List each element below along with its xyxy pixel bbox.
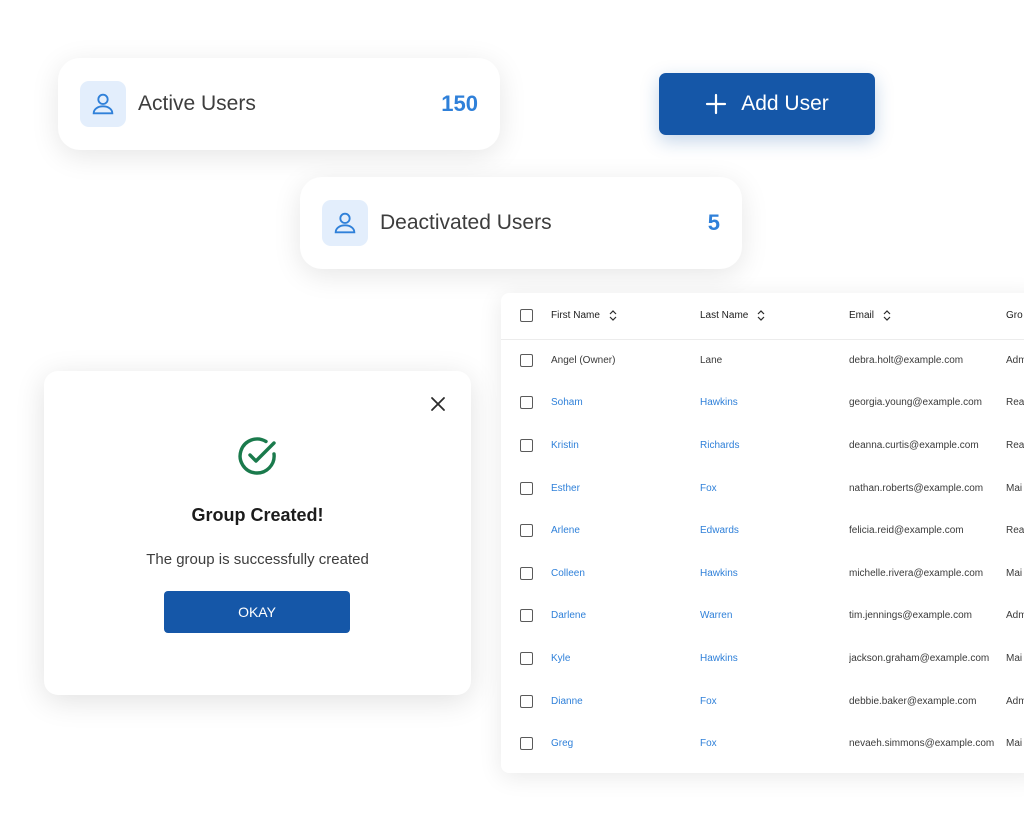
row-checkbox[interactable]: [520, 737, 533, 751]
first-name-link[interactable]: Colleen: [551, 552, 700, 595]
first-name-link[interactable]: Greg: [551, 722, 700, 765]
group-cell: Mai: [1006, 567, 1023, 579]
active-users-count: 150: [441, 91, 478, 116]
sort-icon[interactable]: [609, 310, 617, 322]
email-cell: nathan.roberts@example.com: [849, 482, 984, 494]
last-name-link[interactable]: Fox: [700, 467, 849, 510]
table-header-row: First Name Last Name Email Gro: [501, 293, 1024, 340]
first-name-link[interactable]: Kristin: [551, 424, 700, 467]
last-name-link[interactable]: Hawkins: [700, 552, 849, 595]
row-checkbox[interactable]: [520, 694, 533, 708]
row-checkbox[interactable]: [520, 524, 533, 538]
group-cell: Mai: [1006, 652, 1023, 664]
row-checkbox[interactable]: [520, 651, 533, 665]
okay-button[interactable]: OKAY: [164, 591, 350, 633]
first-name-link[interactable]: Esther: [551, 467, 700, 510]
first-name-link[interactable]: Kyle: [551, 637, 700, 680]
column-header-first-name[interactable]: First Name: [551, 293, 700, 340]
email-cell: debbie.baker@example.com: [849, 695, 977, 707]
column-header-group[interactable]: Gro: [1006, 293, 1024, 340]
last-name-link[interactable]: Hawkins: [700, 382, 849, 425]
email-cell: deanna.curtis@example.com: [849, 439, 979, 451]
table-row: Angel (Owner) Lane debra.holt@example.co…: [501, 339, 1024, 382]
sort-icon[interactable]: [883, 310, 891, 322]
table-row: Greg Fox nevaeh.simmons@example.com Mai: [501, 722, 1024, 765]
column-header-email[interactable]: Email: [849, 293, 1006, 340]
last-name-link[interactable]: Edwards: [700, 509, 849, 552]
user-icon: [80, 81, 126, 127]
row-checkbox[interactable]: [520, 354, 533, 368]
table-row: Soham Hawkins georgia.young@example.com …: [501, 382, 1024, 425]
last-name-link[interactable]: Fox: [700, 722, 849, 765]
group-cell: Adm: [1006, 695, 1024, 707]
last-name-link[interactable]: Warren: [700, 595, 849, 638]
check-circle-icon: [237, 437, 276, 475]
row-checkbox[interactable]: [520, 609, 533, 623]
first-name-cell: Angel (Owner): [551, 355, 616, 367]
column-header-last-name[interactable]: Last Name: [700, 293, 849, 340]
modal-title: Group Created!: [191, 505, 324, 525]
first-name-link[interactable]: Darlene: [551, 595, 700, 638]
last-name-link[interactable]: Fox: [700, 680, 849, 723]
deactivated-users-label: Deactivated Users: [380, 211, 552, 234]
last-name-link[interactable]: Richards: [700, 424, 849, 467]
email-cell: georgia.young@example.com: [849, 397, 983, 409]
active-users-card: Active Users 150: [58, 58, 500, 150]
email-cell: nevaeh.simmons@example.com: [849, 738, 995, 750]
last-name-link[interactable]: Hawkins: [700, 637, 849, 680]
email-cell: tim.jennings@example.com: [849, 610, 972, 622]
deactivated-users-card: Deactivated Users 5: [300, 177, 742, 269]
email-cell: jackson.graham@example.com: [849, 652, 990, 664]
table-row: Dianne Fox debbie.baker@example.com Adm: [501, 680, 1024, 723]
group-cell: Rea: [1006, 525, 1024, 537]
row-checkbox[interactable]: [520, 481, 533, 495]
first-name-link[interactable]: Arlene: [551, 509, 700, 552]
deactivated-users-count: 5: [707, 210, 720, 235]
active-users-label: Active Users: [138, 92, 256, 115]
group-cell: Mai: [1006, 482, 1023, 494]
sort-icon[interactable]: [757, 310, 765, 322]
table-row: Esther Fox nathan.roberts@example.com Ma…: [501, 467, 1024, 510]
modal-message: The group is successfully created: [146, 551, 369, 568]
row-checkbox[interactable]: [520, 396, 533, 410]
last-name-cell: Lane: [700, 355, 723, 367]
user-icon: [322, 200, 368, 246]
group-created-modal: Group Created! The group is successfully…: [44, 371, 471, 695]
table-row: Kristin Richards deanna.curtis@example.c…: [501, 424, 1024, 467]
table-row: Colleen Hawkins michelle.rivera@example.…: [501, 552, 1024, 595]
email-cell: michelle.rivera@example.com: [849, 567, 984, 579]
first-name-link[interactable]: Soham: [551, 382, 700, 425]
group-cell: Adm: [1006, 610, 1024, 622]
email-cell: felicia.reid@example.com: [849, 525, 964, 537]
email-cell: debra.holt@example.com: [849, 355, 964, 367]
plus-icon: [706, 93, 727, 115]
add-user-label: Add User: [741, 92, 829, 115]
select-all-checkbox[interactable]: [520, 309, 533, 323]
first-name-link[interactable]: Dianne: [551, 680, 700, 723]
group-cell: Rea: [1006, 397, 1024, 409]
close-icon[interactable]: [429, 395, 447, 413]
group-cell: Mai: [1006, 738, 1023, 750]
add-user-button[interactable]: Add User: [659, 73, 875, 135]
row-checkbox[interactable]: [520, 566, 533, 580]
group-cell: Rea: [1006, 439, 1024, 451]
row-checkbox[interactable]: [520, 438, 533, 452]
group-cell: Adm: [1006, 355, 1024, 367]
table-row: Kyle Hawkins jackson.graham@example.com …: [501, 637, 1024, 680]
table-row: Darlene Warren tim.jennings@example.com …: [501, 595, 1024, 638]
table-row: Arlene Edwards felicia.reid@example.com …: [501, 509, 1024, 552]
users-table: First Name Last Name Email Gro Angel (Ow…: [501, 293, 1024, 773]
